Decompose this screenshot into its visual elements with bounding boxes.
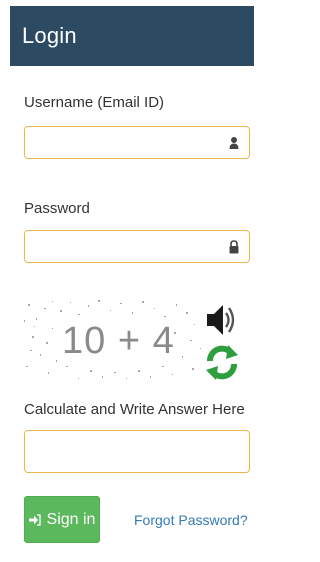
captcha-answer-label: Calculate and Write Answer Here [24, 401, 245, 418]
sign-in-button[interactable]: Sign in [24, 496, 100, 543]
password-field-wrapper [24, 230, 250, 263]
password-label: Password [24, 200, 90, 217]
username-field-wrapper [24, 126, 250, 159]
speaker-icon[interactable] [205, 300, 239, 340]
username-input[interactable] [25, 127, 249, 158]
captcha-answer-wrapper [24, 430, 250, 473]
username-label: Username (Email ID) [24, 94, 165, 111]
password-input[interactable] [25, 231, 249, 262]
login-header: Login [10, 6, 254, 66]
page-title: Login [22, 23, 77, 48]
captcha-text: 10 + 4 [62, 320, 175, 362]
captcha-image: 10 + 4 [22, 296, 202, 382]
sign-in-label: Sign in [46, 510, 96, 528]
captcha-answer-input[interactable] [25, 431, 249, 472]
lock-icon [229, 240, 239, 254]
forgot-password-link[interactable]: Forgot Password? [134, 512, 248, 528]
refresh-icon[interactable] [205, 341, 239, 383]
sign-in-icon [28, 513, 41, 526]
user-icon [229, 137, 239, 149]
